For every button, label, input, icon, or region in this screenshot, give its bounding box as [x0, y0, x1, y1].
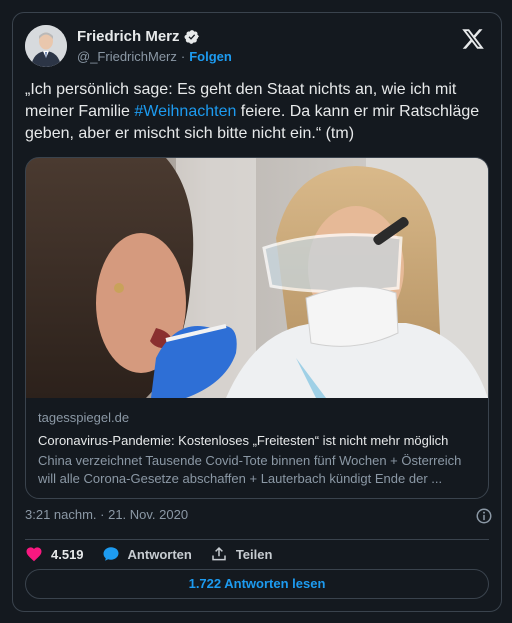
link-preview-meta: tagesspiegel.de Coronavirus-Pandemie: Ko… — [38, 410, 478, 488]
tweet-header: Friedrich Merz @_FriedrichMerz · Folgen — [25, 25, 489, 69]
tweet-card: Friedrich Merz @_FriedrichMerz · Folgen … — [12, 12, 502, 612]
like-button[interactable]: 4.519 — [25, 545, 84, 563]
share-label: Teilen — [235, 546, 273, 562]
link-preview-card[interactable]: tagesspiegel.de Coronavirus-Pandemie: Ko… — [25, 157, 489, 499]
reply-bubble-icon — [103, 547, 119, 561]
x-logo-icon[interactable] — [461, 27, 485, 51]
share-upload-icon — [212, 546, 226, 561]
author-handle[interactable]: @_FriedrichMerz — [77, 49, 177, 64]
share-button[interactable]: Teilen — [210, 545, 273, 563]
reply-button[interactable]: Antworten — [102, 545, 192, 563]
reply-label: Antworten — [127, 546, 192, 562]
avatar[interactable] — [25, 25, 67, 67]
read-replies-button[interactable]: 1.722 Antworten lesen — [25, 569, 489, 599]
tweet-timestamp[interactable]: 3:21 nachm. · 21. Nov. 2020 — [25, 507, 188, 522]
timestamp-row: 3:21 nachm. · 21. Nov. 2020 — [25, 507, 493, 527]
hashtag-link[interactable]: #Weihnachten — [134, 103, 236, 120]
handle-separator: · — [180, 49, 186, 64]
handle-row: @_FriedrichMerz · Folgen — [77, 49, 232, 64]
link-description: China verzeichnet Tausende Covid-Tote bi… — [38, 453, 462, 486]
link-headline[interactable]: Coronavirus-Pandemie: Kostenloses „Freit… — [38, 433, 478, 448]
like-count: 4.519 — [51, 546, 84, 562]
link-preview-image[interactable] — [26, 158, 488, 398]
follow-button[interactable]: Folgen — [189, 49, 232, 64]
action-bar: 4.519 Antworten Teilen — [25, 541, 493, 567]
author-name-row: Friedrich Merz — [77, 28, 200, 45]
author-name[interactable]: Friedrich Merz — [77, 28, 180, 45]
verified-badge-icon — [184, 29, 199, 44]
tweet-text: „Ich persönlich sage: Es geht den Staat … — [25, 79, 493, 145]
link-domain: tagesspiegel.de — [38, 410, 130, 425]
divider — [25, 539, 489, 540]
info-icon[interactable] — [475, 507, 493, 525]
heart-icon — [26, 547, 42, 562]
